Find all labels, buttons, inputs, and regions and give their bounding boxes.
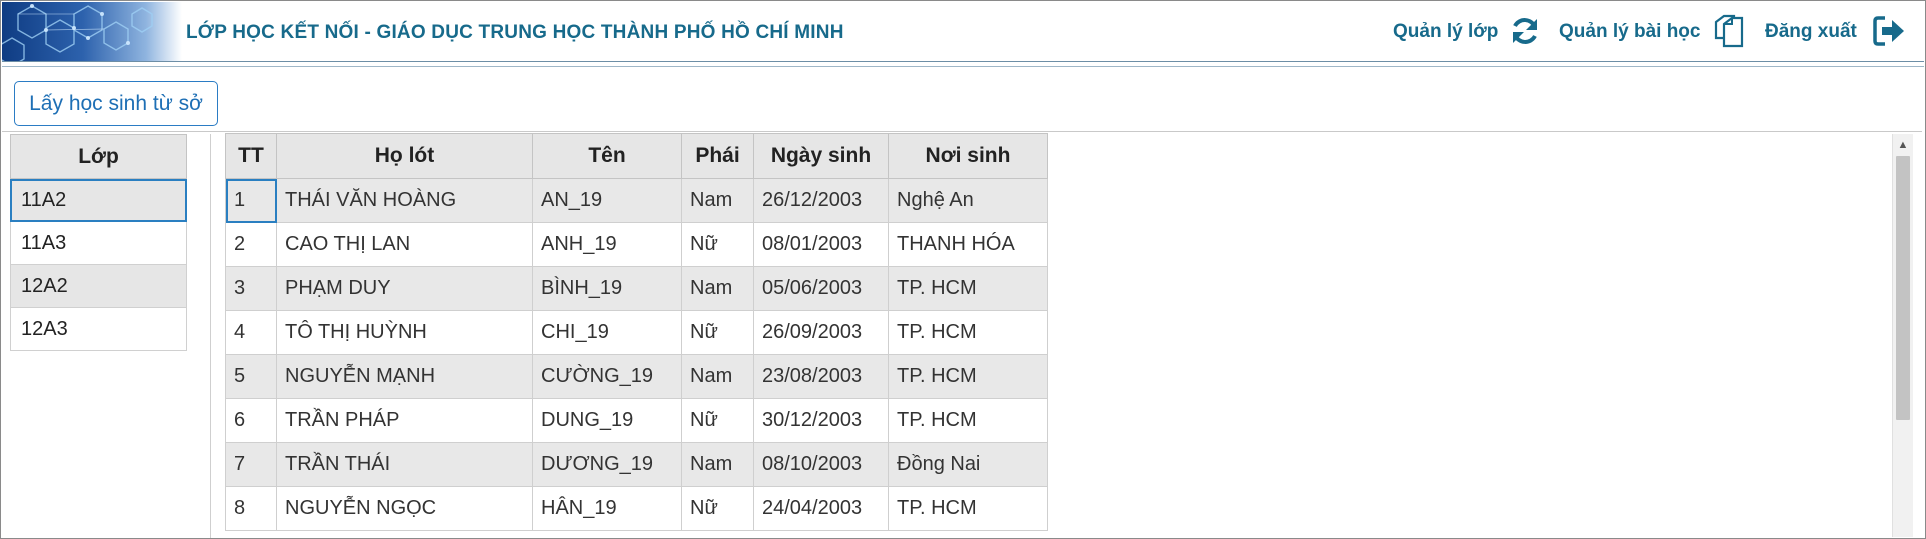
table-row[interactable]: 3 PHẠM DUY BÌNH_19 Nam 05/06/2003 TP. HCM: [225, 266, 1048, 311]
banner-logo: [2, 2, 182, 61]
class-item[interactable]: 12A2: [10, 265, 187, 308]
cell-ho-lot[interactable]: TRẦN PHÁP: [276, 398, 533, 443]
column-header-phai[interactable]: Phái: [681, 133, 754, 179]
cell-ten[interactable]: ANH_19: [532, 222, 682, 267]
scroll-up-arrow-icon[interactable]: ▲: [1893, 136, 1913, 154]
cell-tt[interactable]: 1: [225, 178, 277, 223]
cell-ho-lot[interactable]: CAO THỊ LAN: [276, 222, 533, 267]
column-header-ngay-sinh[interactable]: Ngày sinh: [753, 133, 889, 179]
cell-tt[interactable]: 7: [225, 442, 277, 487]
cell-tt[interactable]: 8: [225, 486, 277, 531]
cell-ten[interactable]: HÂN_19: [532, 486, 682, 531]
cell-ho-lot[interactable]: NGUYỄN NGỌC: [276, 486, 533, 531]
cell-phai[interactable]: Nam: [681, 178, 754, 223]
class-item[interactable]: 12A3: [10, 308, 187, 351]
cell-ten[interactable]: DUNG_19: [532, 398, 682, 443]
cell-noi-sinh[interactable]: TP. HCM: [888, 354, 1048, 399]
cell-tt[interactable]: 2: [225, 222, 277, 267]
column-header-noi-sinh[interactable]: Nơi sinh: [888, 133, 1048, 179]
cell-ho-lot[interactable]: PHẠM DUY: [276, 266, 533, 311]
table-row[interactable]: 8 NGUYỄN NGỌC HÂN_19 Nữ 24/04/2003 TP. HCM: [225, 486, 1048, 531]
page-title: LỚP HỌC KẾT NỐI - GIÁO DỤC TRUNG HỌC THÀ…: [186, 22, 844, 43]
cell-ngay-sinh[interactable]: 26/09/2003: [753, 310, 889, 355]
sign-out-icon[interactable]: [1872, 14, 1906, 48]
cell-phai[interactable]: Nữ: [681, 398, 754, 443]
cell-phai[interactable]: Nữ: [681, 222, 754, 267]
cell-noi-sinh[interactable]: THANH HÓA: [888, 222, 1048, 267]
table-row[interactable]: 7 TRẦN THÁI DƯƠNG_19 Nam 08/10/2003 Đồng Nai: [225, 442, 1048, 487]
table-row[interactable]: 1 THÁI VĂN HOÀNG AN_19 Nam 26/12/2003 Nghệ An: [225, 178, 1048, 223]
panel-divider: [210, 134, 211, 538]
table-row[interactable]: 6 TRẦN PHÁP DUNG_19 Nữ 30/12/2003 TP. HCM: [225, 398, 1048, 443]
table-header-row: TT Họ lót Tên Phái Ngày sinh Nơi sinh: [225, 133, 1048, 179]
cell-ho-lot[interactable]: NGUYỄN MẠNH: [276, 354, 533, 399]
column-header-tt[interactable]: TT: [225, 133, 277, 179]
cell-ngay-sinh[interactable]: 30/12/2003: [753, 398, 889, 443]
table-row[interactable]: 2 CAO THỊ LAN ANH_19 Nữ 08/01/2003 THANH HÓA: [225, 222, 1048, 267]
cell-ten[interactable]: CHI_19: [532, 310, 682, 355]
fetch-students-button[interactable]: Lấy học sinh từ sở: [14, 81, 218, 126]
cell-tt[interactable]: 3: [225, 266, 277, 311]
cell-noi-sinh[interactable]: TP. HCM: [888, 486, 1048, 531]
cell-ten[interactable]: CƯỜNG_19: [532, 354, 682, 399]
cell-ho-lot[interactable]: TÔ THỊ HUỲNH: [276, 310, 533, 355]
cell-ngay-sinh[interactable]: 08/01/2003: [753, 222, 889, 267]
refresh-icon[interactable]: [1508, 14, 1542, 48]
cell-noi-sinh[interactable]: TP. HCM: [888, 266, 1048, 311]
hexagon-pattern-icon: [2, 4, 153, 61]
cell-noi-sinh[interactable]: TP. HCM: [888, 398, 1048, 443]
app-header: LỚP HỌC KẾT NỐI - GIÁO DỤC TRUNG HỌC THÀ…: [2, 2, 1924, 61]
cell-ten[interactable]: AN_19: [532, 178, 682, 223]
class-list-header: Lớp: [10, 134, 187, 179]
cell-tt[interactable]: 4: [225, 310, 277, 355]
class-item[interactable]: 11A2: [10, 179, 187, 222]
column-header-ho-lot[interactable]: Họ lót: [276, 133, 533, 179]
cell-tt[interactable]: 5: [225, 354, 277, 399]
cell-ngay-sinh[interactable]: 23/08/2003: [753, 354, 889, 399]
table-row[interactable]: 5 NGUYỄN MẠNH CƯỜNG_19 Nam 23/08/2003 TP. HCM: [225, 354, 1048, 399]
cell-ngay-sinh[interactable]: 05/06/2003: [753, 266, 889, 311]
cell-ten[interactable]: BÌNH_19: [532, 266, 682, 311]
nav-manage-class-link[interactable]: Quản lý lớp: [1393, 21, 1498, 43]
cell-ngay-sinh[interactable]: 24/04/2003: [753, 486, 889, 531]
copy-icon[interactable]: [1712, 14, 1746, 48]
nav-logout-link[interactable]: Đăng xuất: [1765, 21, 1857, 43]
cell-ngay-sinh[interactable]: 26/12/2003: [753, 178, 889, 223]
cell-noi-sinh[interactable]: TP. HCM: [888, 310, 1048, 355]
cell-ho-lot[interactable]: THÁI VĂN HOÀNG: [276, 178, 533, 223]
vertical-scrollbar[interactable]: ▲: [1892, 134, 1913, 537]
cell-phai[interactable]: Nam: [681, 354, 754, 399]
column-header-ten[interactable]: Tên: [532, 133, 682, 179]
cell-noi-sinh[interactable]: Đồng Nai: [888, 442, 1048, 487]
cell-phai[interactable]: Nam: [681, 442, 754, 487]
cell-phai[interactable]: Nam: [681, 266, 754, 311]
cell-noi-sinh[interactable]: Nghệ An: [888, 178, 1048, 223]
content-divider: [2, 131, 1922, 132]
class-list: Lớp 11A2 11A3 12A2 12A3: [10, 134, 187, 351]
class-item[interactable]: 11A3: [10, 222, 187, 265]
cell-ten[interactable]: DƯƠNG_19: [532, 442, 682, 487]
cell-phai[interactable]: Nữ: [681, 310, 754, 355]
scroll-thumb[interactable]: [1896, 156, 1910, 420]
cell-ho-lot[interactable]: TRẦN THÁI: [276, 442, 533, 487]
cell-ngay-sinh[interactable]: 08/10/2003: [753, 442, 889, 487]
header-divider-secondary: [2, 66, 1924, 67]
nav-manage-lesson-link[interactable]: Quản lý bài học: [1559, 21, 1700, 43]
cell-phai[interactable]: Nữ: [681, 486, 754, 531]
header-divider: [2, 61, 1924, 62]
cell-tt[interactable]: 6: [225, 398, 277, 443]
student-table: TT Họ lót Tên Phái Ngày sinh Nơi sinh 1T…: [225, 133, 1048, 531]
table-row[interactable]: 4 TÔ THỊ HUỲNH CHI_19 Nữ 26/09/2003 TP. HCM: [225, 310, 1048, 355]
